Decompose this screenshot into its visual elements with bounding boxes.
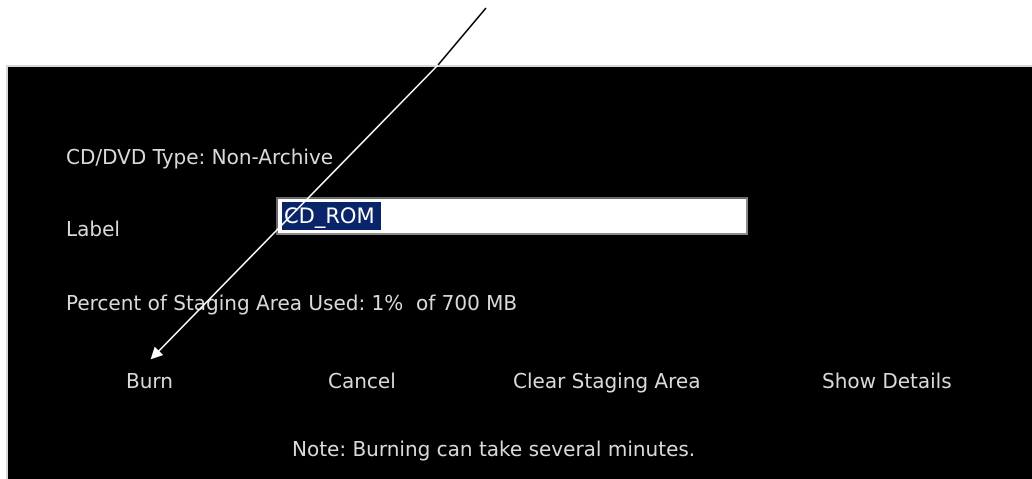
label-input-value: CD_ROM	[282, 202, 381, 230]
screenshot-stage: CD/DVD Type: Non-Archive Label CD_ROM Pe…	[0, 0, 1032, 479]
clear-staging-area-button[interactable]: Clear Staging Area	[513, 369, 700, 393]
show-details-button[interactable]: Show Details	[822, 369, 952, 393]
staging-usage-text: Percent of Staging Area Used: 1% of 700 …	[66, 291, 518, 315]
cancel-button[interactable]: Cancel	[328, 369, 396, 393]
label-input[interactable]: CD_ROM	[276, 197, 748, 235]
cd-dvd-type-label: CD/DVD Type: Non-Archive	[66, 145, 334, 169]
arrow-line-outside	[437, 7, 487, 66]
burn-dialog-panel: CD/DVD Type: Non-Archive Label CD_ROM Pe…	[6, 65, 1032, 479]
label-caption: Label	[66, 217, 120, 241]
burn-note: Note: Burning can take several minutes.	[292, 437, 696, 461]
burn-button[interactable]: Burn	[126, 369, 173, 393]
